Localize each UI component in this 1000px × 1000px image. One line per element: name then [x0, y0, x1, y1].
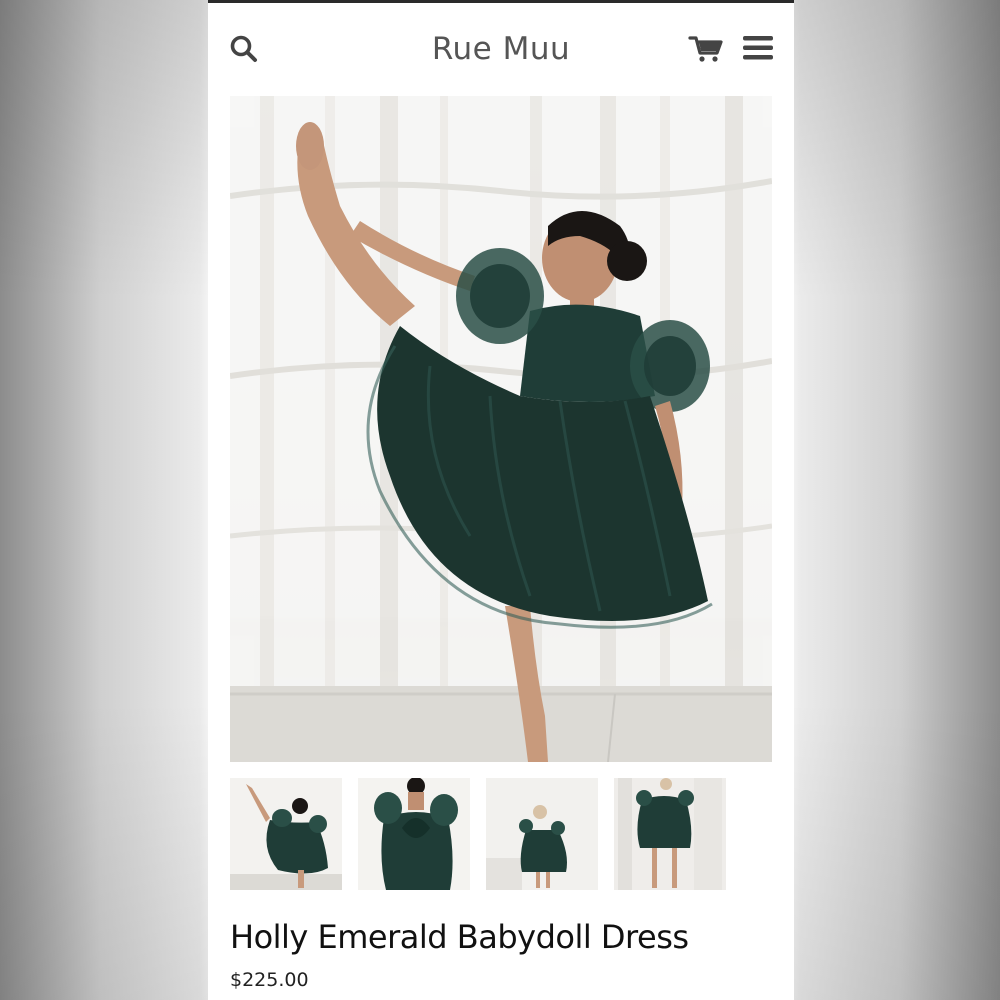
thumbnail-3[interactable]	[486, 778, 598, 890]
cart-button[interactable]	[686, 31, 726, 67]
phone-screen: Rue Muu Holly Emerald Babydoll Dress $22…	[208, 0, 794, 1000]
cart-icon	[688, 36, 723, 62]
thumbnail-1-image	[230, 778, 342, 890]
thumbnail-2-image	[358, 778, 470, 890]
menu-button[interactable]	[738, 29, 778, 67]
thumbnail-2[interactable]	[358, 778, 470, 890]
site-header: Rue Muu	[208, 3, 794, 93]
thumbnail-4-image	[614, 778, 726, 890]
menu-icon	[743, 36, 773, 60]
thumbnail-1[interactable]	[230, 778, 342, 890]
product-title: Holly Emerald Babydoll Dress	[230, 918, 689, 956]
product-main-image[interactable]	[230, 96, 772, 762]
thumbnail-4[interactable]	[614, 778, 726, 890]
thumbnail-3-image	[486, 778, 598, 890]
thumbnail-strip	[230, 778, 772, 890]
dress-photo-illustration	[230, 96, 772, 762]
product-price: $225.00	[230, 969, 309, 991]
